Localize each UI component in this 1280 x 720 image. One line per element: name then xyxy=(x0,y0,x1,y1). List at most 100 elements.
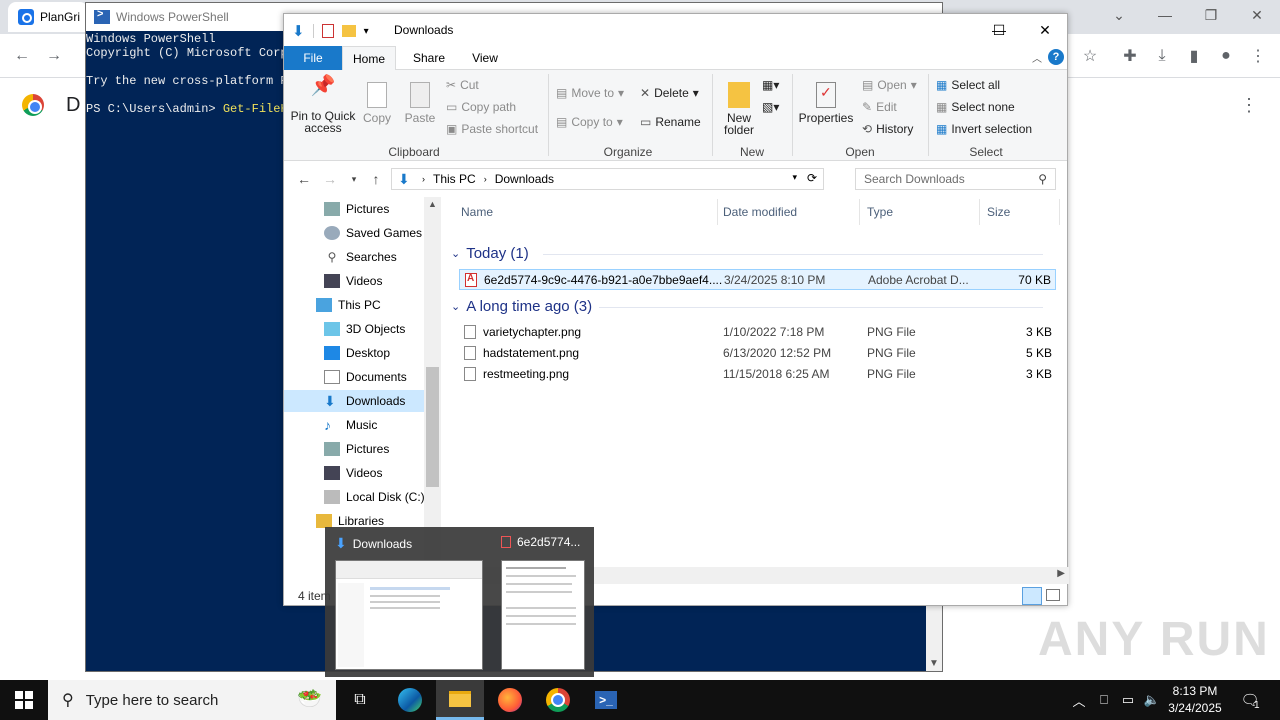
nav-item-music[interactable]: ♪ Music xyxy=(324,414,377,436)
column-date-modified[interactable]: Date modified xyxy=(703,199,847,225)
invert-selection-button[interactable]: ▦ Invert selection xyxy=(936,122,1032,136)
scroll-up-icon[interactable]: ▲ xyxy=(428,199,437,209)
new-item-button[interactable]: ▦▾ xyxy=(762,78,779,92)
system-clock[interactable]: 8:13 PM 3/24/2025 xyxy=(1160,683,1230,717)
tab-file[interactable]: File xyxy=(284,46,342,70)
edge-icon[interactable] xyxy=(386,680,434,720)
nav-item-saved-games[interactable]: Saved Games xyxy=(324,222,422,244)
chrome-taskbar-icon[interactable] xyxy=(534,680,582,720)
taskbar-search-box[interactable]: ⚲ Type here to search 🥗 xyxy=(48,680,336,720)
edit-button[interactable]: ✎ Edit xyxy=(862,100,897,114)
nav-item-downloads[interactable]: ⬇ Downloads xyxy=(284,390,424,412)
properties-button[interactable]: ✓ Properties xyxy=(798,80,854,124)
pin-to-quick-access-button[interactable]: 📌 Pin to Quick access xyxy=(290,76,356,134)
navpane-scrollbar[interactable]: ▲ xyxy=(424,197,441,577)
forward-arrow-icon[interactable]: → xyxy=(320,170,340,188)
new-folder-qa-icon[interactable] xyxy=(341,25,356,37)
file-row[interactable]: 6e2d5774-9c9c-4476-b921-a0e7bbe9aef4....… xyxy=(459,269,1056,290)
ps-prompt-line[interactable]: PS C:\Users\admin> Get-FileH xyxy=(86,102,288,116)
nav-item-desktop[interactable]: Desktop xyxy=(324,342,390,364)
address-bar[interactable]: ⬇ › This PC › Downloads ▾ ⟳ xyxy=(391,168,824,190)
scroll-down-icon[interactable]: ▼ xyxy=(929,658,939,669)
column-size[interactable]: Size xyxy=(967,199,1047,225)
thumbnail-title-properties[interactable]: 6e2d5774... xyxy=(501,535,580,549)
nav-item-local-disk[interactable]: Local Disk (C:) xyxy=(324,486,425,508)
nav-item-documents[interactable]: Documents xyxy=(324,366,407,388)
select-all-button[interactable]: ▦ Select all xyxy=(936,78,1000,92)
extensions-puzzle-icon[interactable]: ✚ xyxy=(1118,44,1142,68)
side-panel-icon[interactable]: ▮ xyxy=(1182,44,1206,68)
task-view-icon[interactable]: ⧉ xyxy=(336,680,384,720)
select-none-button[interactable]: ▦ Select none xyxy=(936,100,1015,114)
network-icon[interactable]: ▭ xyxy=(1118,680,1138,720)
group-header-long-ago[interactable]: ⌄ A long time ago (3) xyxy=(451,298,1043,315)
chrome-menu-icon[interactable]: ⋮ xyxy=(1246,44,1270,68)
up-arrow-icon[interactable]: ↑ xyxy=(366,170,386,188)
column-divider[interactable] xyxy=(1059,199,1060,225)
navpane-scroll-thumb[interactable] xyxy=(426,367,439,487)
properties-qa-icon[interactable] xyxy=(321,24,334,38)
profile-avatar-icon[interactable]: ● xyxy=(1214,44,1238,68)
file-row[interactable]: varietychapter.png 1/10/2022 7:18 PM PNG… xyxy=(459,322,1056,343)
explorer-close-button[interactable]: ✕ xyxy=(1022,14,1068,46)
search-box[interactable]: Search Downloads ⚲ xyxy=(855,168,1056,190)
back-arrow-icon[interactable]: ← xyxy=(294,170,314,188)
nav-item-this-pc[interactable]: This PC xyxy=(316,294,381,316)
refresh-icon[interactable]: ⟳ xyxy=(807,171,817,185)
recent-locations-chevron-icon[interactable]: ▾ xyxy=(344,170,364,188)
column-name[interactable]: Name xyxy=(441,199,717,225)
history-button[interactable]: ⟲ History xyxy=(862,122,913,136)
large-icons-view-icon[interactable] xyxy=(1046,589,1060,601)
hardware-device-icon[interactable]: ⎕ xyxy=(1094,680,1114,720)
chrome-minimize-button[interactable]: — xyxy=(1142,0,1188,30)
breadcrumb-this-pc[interactable]: This PC xyxy=(433,172,476,186)
notification-center-icon[interactable]: 🗨 1 xyxy=(1236,680,1264,720)
cut-button[interactable]: ✂ Cut xyxy=(446,78,479,92)
column-type[interactable]: Type xyxy=(847,199,967,225)
bookmark-star-icon[interactable]: ☆ xyxy=(1078,44,1102,68)
thumbnail-properties-window[interactable] xyxy=(501,560,585,670)
copy-button[interactable]: Copy xyxy=(360,80,394,124)
nav-item-pictures[interactable]: Pictures xyxy=(324,198,389,220)
chrome-tab[interactable]: PlanGri xyxy=(8,2,88,32)
group-header-today[interactable]: ⌄ Today (1) xyxy=(451,245,1043,262)
delete-button[interactable]: ✕ Delete ▾ xyxy=(640,86,699,100)
file-explorer-taskbar-icon[interactable] xyxy=(436,680,484,720)
nav-item-videos-2[interactable]: Videos xyxy=(324,462,382,484)
powershell-taskbar-icon[interactable]: >_ xyxy=(582,680,630,720)
maximize-button[interactable]: ☐ xyxy=(976,14,1022,46)
details-view-icon[interactable] xyxy=(1022,587,1042,605)
move-to-button[interactable]: ▤ Move to ▾ xyxy=(556,86,624,100)
new-folder-button[interactable]: New folder xyxy=(718,80,760,136)
thumbnail-downloads-window[interactable] xyxy=(335,560,483,670)
download-icon[interactable]: ⤓ xyxy=(1150,44,1174,68)
chevron-down-icon[interactable]: ⌄ xyxy=(1096,0,1142,30)
copy-path-button[interactable]: ▭ Copy path xyxy=(446,100,516,114)
file-row[interactable]: restmeeting.png 11/15/2018 6:25 AM PNG F… xyxy=(459,364,1056,385)
nav-item-searches[interactable]: ⚲ Searches xyxy=(324,246,397,268)
copy-to-button[interactable]: ▤ Copy to ▾ xyxy=(556,115,623,129)
chrome-restore-button[interactable]: ❐ xyxy=(1188,0,1234,30)
nav-item-3d-objects[interactable]: 3D Objects xyxy=(324,318,405,340)
paste-button[interactable]: Paste xyxy=(402,80,438,124)
page-more-icon[interactable]: ⋮ xyxy=(1240,96,1258,116)
breadcrumb-downloads[interactable]: Downloads xyxy=(495,172,554,186)
nav-item-pictures-2[interactable]: Pictures xyxy=(324,438,389,460)
thumbnail-title-downloads[interactable]: ⬇ Downloads xyxy=(335,535,412,552)
scroll-right-icon[interactable]: ▶ xyxy=(1057,568,1065,579)
open-button[interactable]: ▤ Open ▾ xyxy=(862,78,917,92)
address-dropdown-icon[interactable]: ▾ xyxy=(792,172,797,183)
show-hidden-icons-chevron-icon[interactable]: ︿ xyxy=(1070,680,1088,720)
customize-qa-chevron-icon[interactable]: ▾ xyxy=(364,26,369,37)
firefox-icon[interactable] xyxy=(486,680,534,720)
rename-button[interactable]: ▭ Rename xyxy=(640,115,701,129)
chrome-close-button[interactable]: ✕ xyxy=(1234,0,1280,30)
tab-view[interactable]: View xyxy=(462,46,508,70)
easy-access-button[interactable]: ▧▾ xyxy=(762,100,779,114)
tab-home[interactable]: Home xyxy=(342,46,396,71)
forward-arrow-icon[interactable]: → xyxy=(42,44,66,68)
back-arrow-icon[interactable]: ← xyxy=(10,44,34,68)
collapse-ribbon-icon[interactable]: ︿ xyxy=(1032,50,1042,65)
help-icon[interactable]: ? xyxy=(1048,49,1064,65)
volume-icon[interactable]: 🔈 xyxy=(1142,680,1162,720)
